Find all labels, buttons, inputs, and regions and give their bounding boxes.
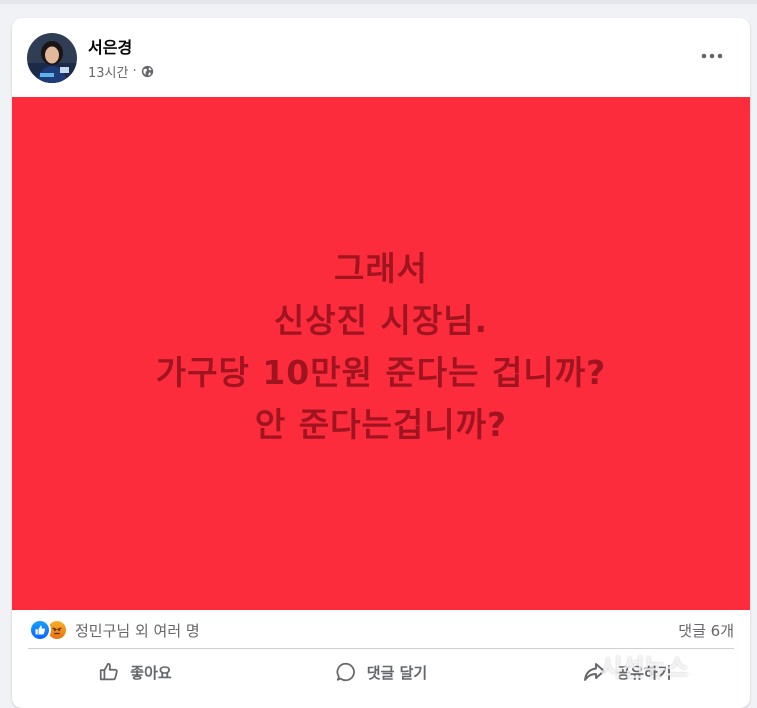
reaction-summary[interactable]: 정민구님 외 여러 명: [29, 619, 200, 641]
share-label: 공유하기: [616, 663, 672, 682]
globe-icon: [141, 65, 154, 78]
image-text-line: 안 준다는겁니까?: [254, 404, 508, 444]
post-image-text: 그래서 신상진 시장님. 가구당 10만원 준다는 겁니까? 안 준다는겁니까?: [156, 243, 607, 451]
comment-label: 댓글 달기: [366, 663, 428, 682]
comment-icon: [335, 661, 357, 683]
post-card: 서은경 13시간 · 그래서 신상진 시장님. 가구당 10만원 준다는 겁니까…: [12, 18, 750, 708]
author-avatar[interactable]: [27, 33, 77, 83]
more-options-button[interactable]: [694, 44, 730, 68]
post-stats: 정민구님 외 여러 명 댓글 6개: [12, 618, 750, 644]
like-button[interactable]: 좋아요: [12, 652, 258, 692]
author-name[interactable]: 서은경: [88, 34, 132, 58]
post-meta: 13시간 ·: [88, 62, 154, 81]
comment-count[interactable]: 댓글 6개: [678, 620, 734, 641]
image-text-line: 신상진 시장님.: [273, 300, 489, 340]
image-text-line: 가구당 10만원 준다는 겁니까?: [155, 352, 607, 392]
like-reaction-icon: [29, 619, 51, 641]
like-label: 좋아요: [130, 663, 172, 682]
post-header: 서은경 13시간 ·: [12, 18, 750, 96]
meta-separator: ·: [132, 64, 137, 79]
post-time[interactable]: 13시간: [88, 62, 128, 81]
post-image[interactable]: 그래서 신상진 시장님. 가구당 10만원 준다는 겁니까? 안 준다는겁니까?: [12, 97, 750, 610]
more-icon: [701, 53, 723, 59]
top-strip: [0, 0, 757, 4]
divider: [28, 648, 734, 649]
reactors-text[interactable]: 정민구님 외 여러 명: [75, 620, 200, 641]
share-icon: [582, 661, 606, 683]
thumbs-up-icon: [98, 661, 120, 683]
share-button[interactable]: 공유하기: [504, 652, 750, 692]
comment-button[interactable]: 댓글 달기: [258, 652, 504, 692]
post-actions: 좋아요 댓글 달기 공유하기: [12, 652, 750, 692]
image-text-line: 그래서: [333, 248, 429, 288]
